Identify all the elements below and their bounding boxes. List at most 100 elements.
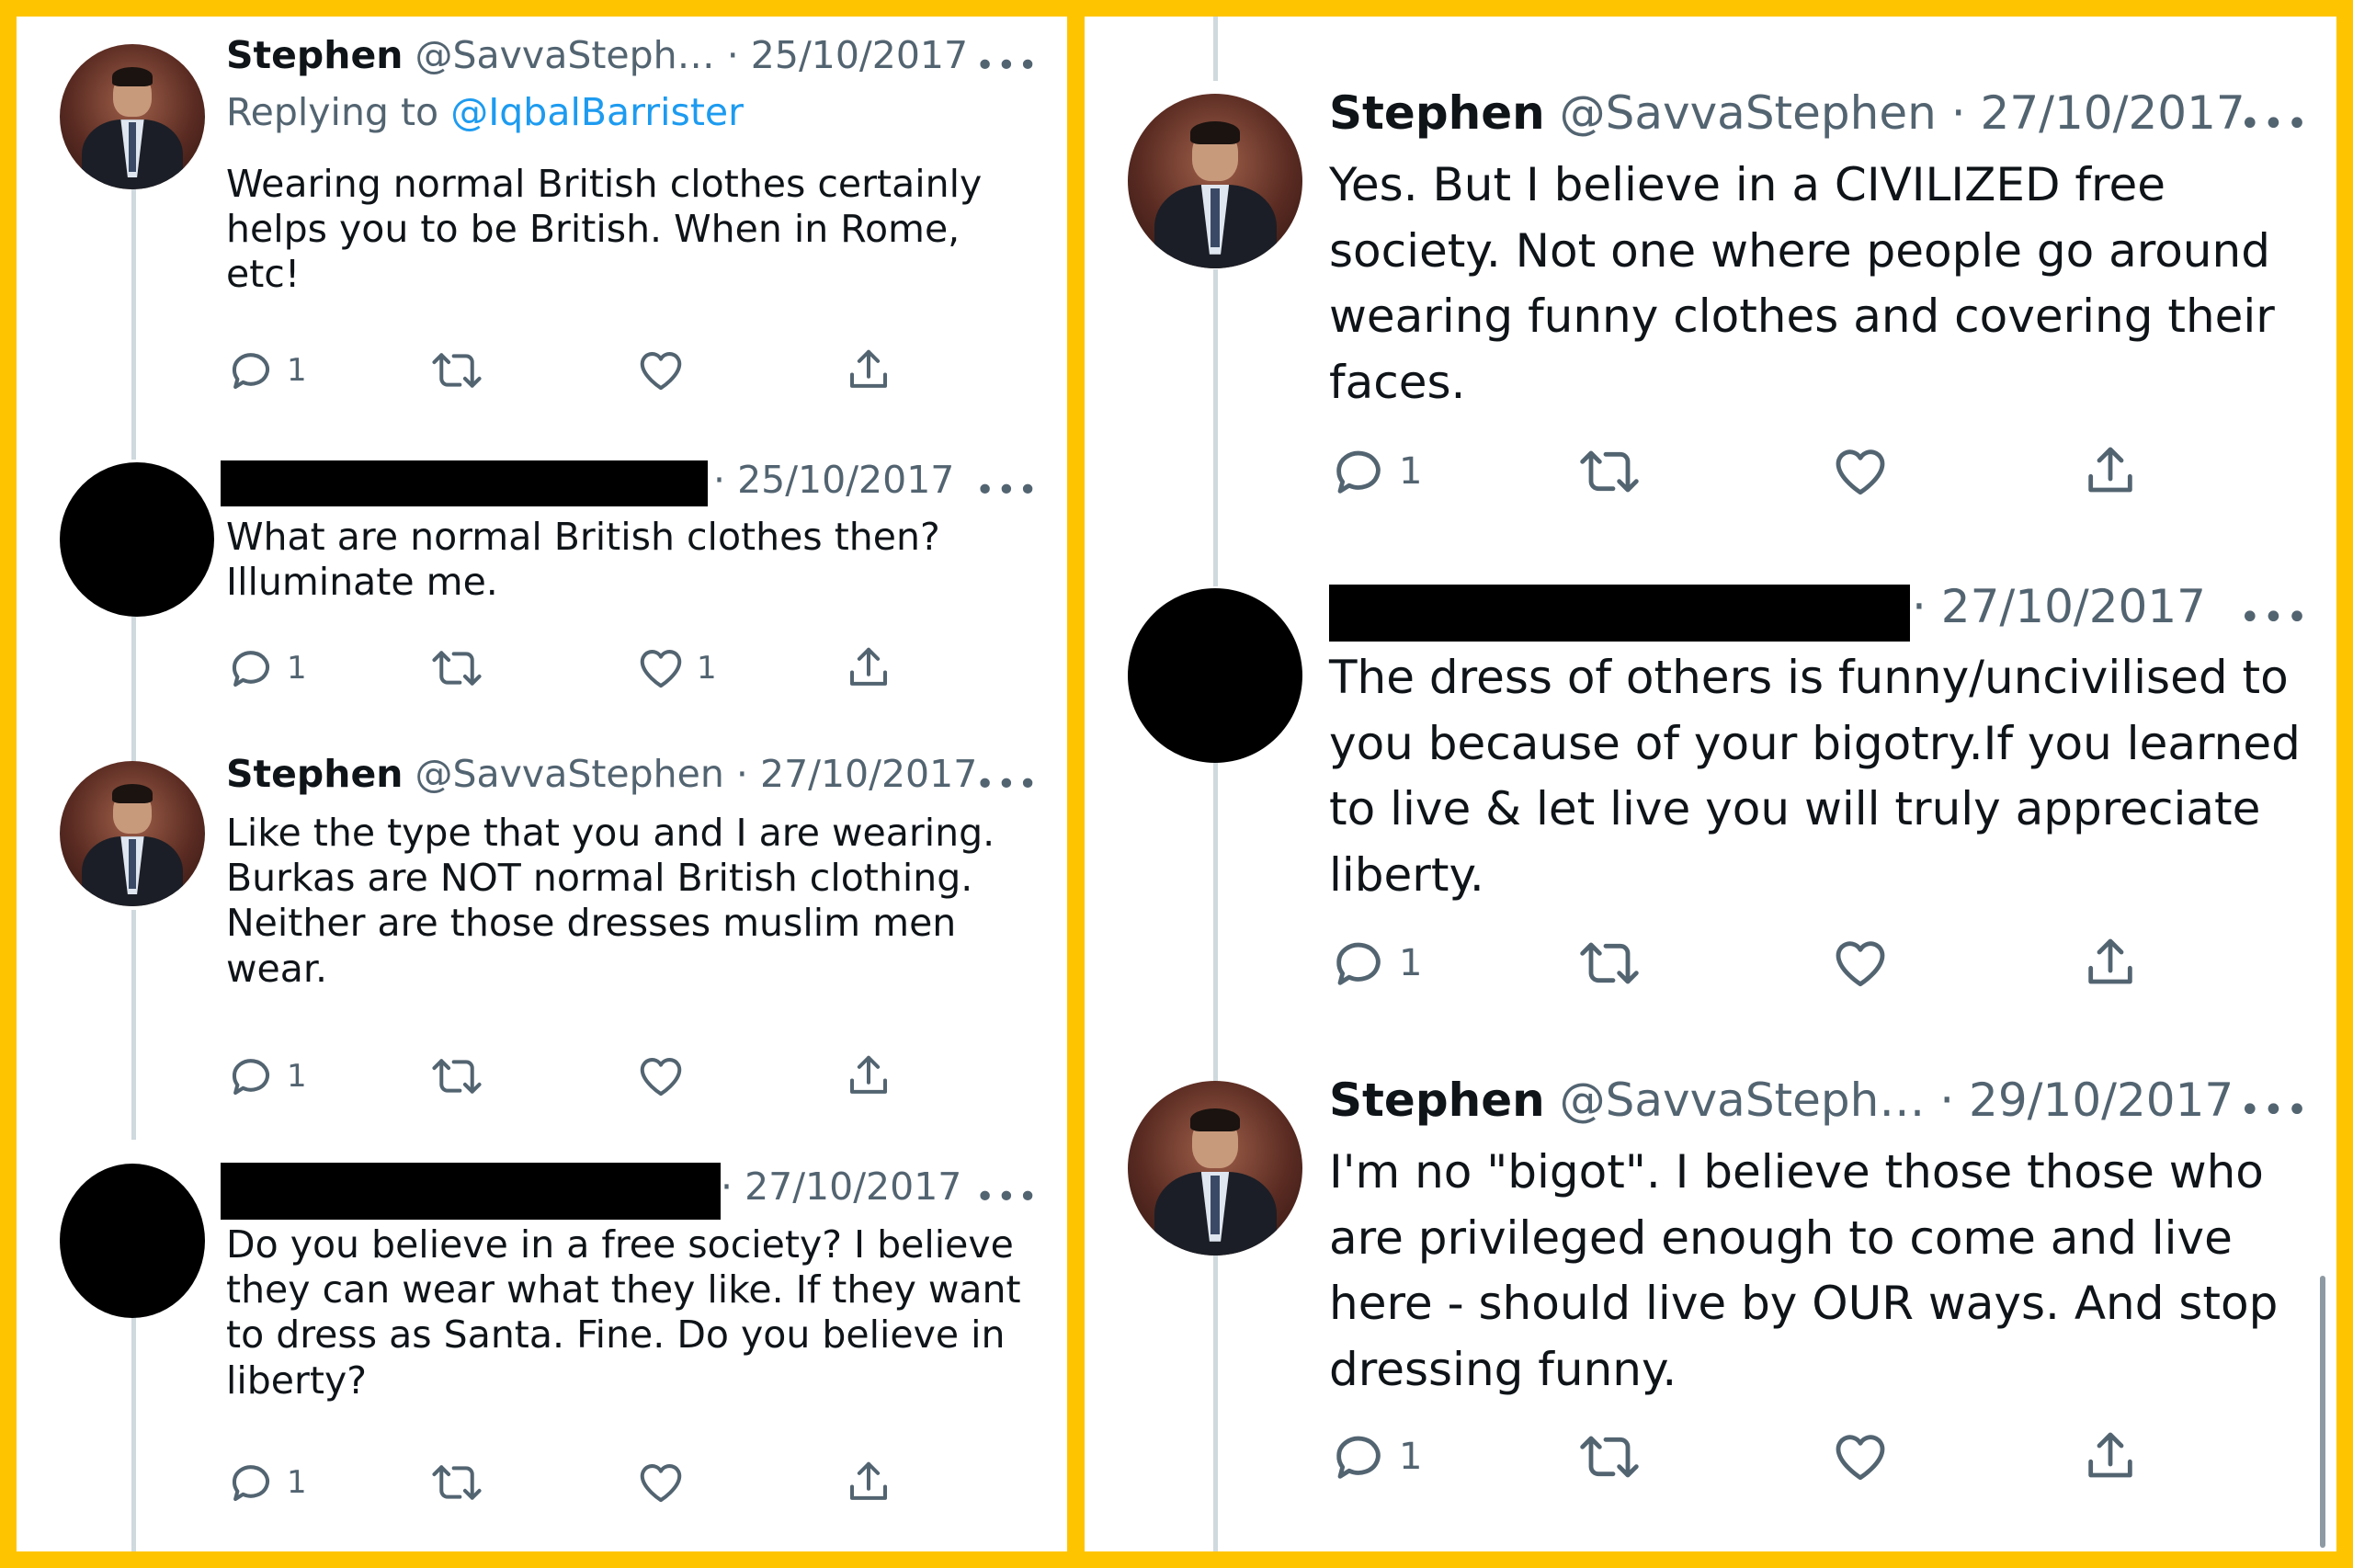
more-dots-icon[interactable]: ••• [975, 50, 1040, 83]
replying-to-label: Replying to [226, 90, 451, 134]
tweet-text: Do you believe in a free society? I beli… [226, 1222, 1021, 1403]
tweet-date[interactable]: · 25/10/2017 [713, 458, 954, 502]
reply-button[interactable]: 1 [226, 1458, 307, 1507]
tweet-date[interactable]: · 27/10/2017 [736, 752, 977, 796]
more-dots-icon[interactable]: ••• [2239, 1092, 2310, 1129]
more-dots-icon[interactable]: ••• [2239, 106, 2310, 142]
redacted-username [221, 1163, 721, 1220]
thread-connector [1213, 17, 1218, 81]
more-dots-icon[interactable]: ••• [2239, 599, 2310, 636]
tweet-header: · 27/10/2017 [721, 1165, 961, 1209]
like-button[interactable] [1831, 1427, 1901, 1486]
retweet-button[interactable] [1577, 934, 1642, 993]
speech-bubble-icon [1336, 942, 1381, 985]
share-button[interactable] [844, 1458, 893, 1507]
display-name[interactable]: Stephen [226, 33, 403, 77]
share-icon [849, 349, 888, 388]
tweet-date[interactable]: · 29/10/2017 [1939, 1074, 2234, 1127]
reply-count: 1 [1399, 1436, 1423, 1478]
display-name[interactable]: Stephen [1329, 86, 1545, 140]
thread-connector [131, 175, 136, 460]
like-button[interactable] [636, 1458, 697, 1507]
like-button[interactable] [1831, 934, 1901, 993]
reply-count: 1 [287, 352, 307, 389]
redacted-username [221, 460, 708, 506]
reply-button[interactable]: 1 [226, 1051, 307, 1101]
tweet-date[interactable]: · 27/10/2017 [1951, 86, 2245, 140]
tweet-header: · 25/10/2017 [713, 458, 954, 502]
avatar[interactable] [1128, 1081, 1302, 1256]
reply-count: 1 [1399, 450, 1423, 493]
retweet-icon [432, 1059, 482, 1094]
reply-button[interactable]: 1 [226, 346, 307, 395]
avatar[interactable] [60, 462, 214, 617]
user-handle[interactable]: @SavvaStephen [415, 752, 724, 796]
retweet-icon [1580, 1436, 1639, 1478]
more-dots-icon[interactable]: ••• [975, 474, 1040, 507]
tweet-text: Yes. But I believe in a CIVILIZED free s… [1329, 158, 2275, 409]
like-button[interactable]: 1 [636, 643, 717, 693]
avatar[interactable] [60, 1164, 205, 1318]
user-handle[interactable]: @SavvaSteph… [1560, 1074, 1926, 1127]
speech-bubble-icon [232, 1059, 269, 1096]
avatar[interactable] [60, 761, 205, 906]
share-button[interactable] [844, 643, 893, 693]
tweet-header: Stephen @SavvaSteph… · 29/10/2017 [1329, 1074, 2234, 1127]
avatar[interactable] [60, 44, 205, 189]
scrollbar[interactable] [2320, 1276, 2325, 1548]
share-button[interactable] [2081, 1427, 2140, 1486]
speech-bubble-icon [1336, 1436, 1381, 1479]
like-button[interactable] [1831, 442, 1901, 501]
avatar[interactable] [1128, 94, 1302, 268]
retweet-button[interactable] [430, 643, 483, 693]
tweet-date[interactable]: · 25/10/2017 [727, 33, 968, 77]
thread-connector [131, 612, 136, 764]
display-name[interactable]: Stephen [226, 752, 403, 796]
replying-to: Replying to @IqbalBarrister [226, 90, 744, 134]
tweet-header: Stephen @SavvaStephen · 27/10/2017 [226, 752, 977, 796]
reply-count: 1 [287, 1058, 307, 1095]
display-name[interactable]: Stephen [1329, 1074, 1545, 1127]
user-handle[interactable]: @SavvaSteph… [415, 33, 715, 77]
avatar[interactable] [1128, 588, 1302, 763]
tweet-text: Like the type that you and I are wearing… [226, 811, 995, 991]
heart-icon [640, 650, 682, 688]
retweet-button[interactable] [1577, 442, 1642, 501]
share-button[interactable] [2081, 934, 2140, 993]
reply-count: 1 [287, 650, 307, 687]
thread-connector [131, 1317, 136, 1551]
retweet-icon [432, 1465, 482, 1500]
heart-icon [640, 352, 682, 391]
retweet-button[interactable] [430, 1051, 483, 1101]
share-icon [2088, 938, 2132, 984]
speech-bubble-icon [232, 353, 269, 390]
tweet-text: I'm no "bigot". I believe those those wh… [1329, 1145, 2279, 1396]
retweet-icon [432, 651, 482, 686]
tweet-date[interactable]: · 27/10/2017 [721, 1165, 961, 1209]
tweet-header: Stephen @SavvaSteph… · 25/10/2017 [226, 33, 968, 77]
speech-bubble-icon [232, 651, 269, 687]
thread-connector [131, 910, 136, 1140]
share-button[interactable] [844, 1051, 893, 1101]
share-icon [849, 647, 888, 686]
reply-button[interactable]: 1 [1329, 934, 1422, 993]
reply-button[interactable]: 1 [1329, 1427, 1422, 1486]
reply-button[interactable]: 1 [226, 643, 307, 693]
tweet-date[interactable]: · 27/10/2017 [1912, 580, 2206, 633]
tweet-header: · 27/10/2017 [1912, 580, 2206, 633]
retweet-button[interactable] [430, 346, 483, 395]
reply-button[interactable]: 1 [1329, 442, 1422, 501]
user-handle[interactable]: @SavvaStephen [1560, 86, 1937, 140]
more-dots-icon[interactable]: ••• [975, 1181, 1040, 1214]
like-button[interactable] [636, 1051, 697, 1101]
retweet-button[interactable] [1577, 1427, 1642, 1486]
left-thread-panel: Stephen @SavvaSteph… · 25/10/2017 ••• Re… [17, 17, 1067, 1551]
tweet-text: What are normal British clothes then? Il… [226, 515, 940, 605]
share-button[interactable] [2081, 442, 2140, 501]
share-button[interactable] [844, 346, 893, 395]
share-icon [849, 1461, 888, 1500]
more-dots-icon[interactable]: ••• [975, 768, 1040, 801]
mention-link[interactable]: @IqbalBarrister [450, 90, 744, 134]
retweet-button[interactable] [430, 1458, 483, 1507]
like-button[interactable] [636, 346, 697, 395]
